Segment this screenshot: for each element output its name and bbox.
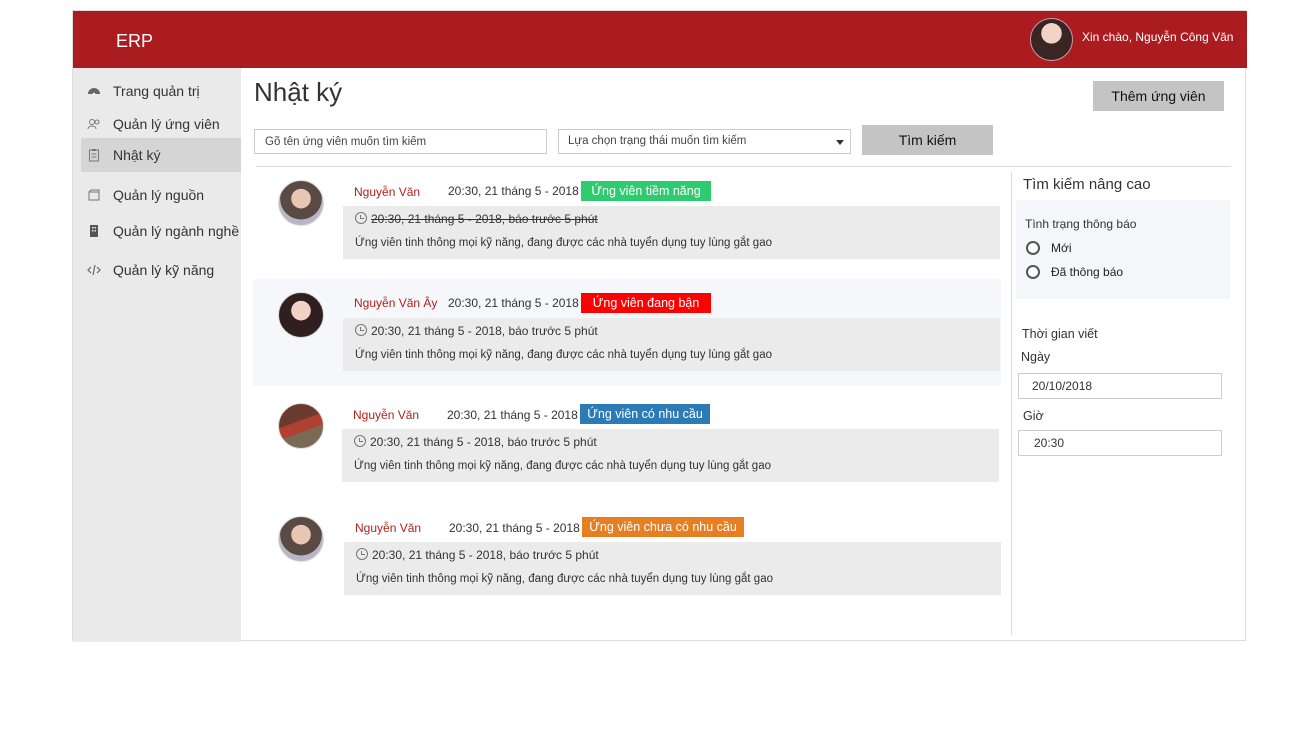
clipboard-icon xyxy=(87,148,103,162)
journal-entry[interactable]: Nguyễn Văn Cần 20:30, 21 tháng 5 - 2018 … xyxy=(253,504,1001,611)
add-candidate-button[interactable]: Thêm ứng viên xyxy=(1093,81,1224,111)
reminder-time: 20:30, 21 tháng 5 - 2018, báo trước 5 ph… xyxy=(356,548,599,562)
box-icon xyxy=(87,188,103,202)
journal-entry[interactable]: Nguyễn Văn Cần 20:30, 21 tháng 5 - 2018 … xyxy=(253,172,1001,279)
dashboard-icon xyxy=(87,84,103,98)
status-badge: Ứng viên đang bận xyxy=(581,293,711,313)
sidebar-item-label: Trang quản trị xyxy=(113,83,200,99)
sidebar-item-journal[interactable]: Nhật ký xyxy=(81,138,241,172)
entry-date: 20:30, 21 tháng 5 - 2018 xyxy=(449,521,580,535)
alarm-clock-icon xyxy=(355,324,367,336)
radio-new-label[interactable]: Mới xyxy=(1051,241,1072,255)
entry-detail: 20:30, 21 tháng 5 - 2018, báo trước 5 ph… xyxy=(344,542,1001,595)
radio-notified-label[interactable]: Đã thông báo xyxy=(1051,265,1123,279)
building-icon xyxy=(87,224,103,238)
alarm-clock-icon xyxy=(354,435,366,447)
entry-date: 20:30, 21 tháng 5 - 2018 xyxy=(448,184,579,198)
candidate-avatar[interactable] xyxy=(278,403,324,449)
hour-input[interactable] xyxy=(1018,430,1222,456)
user-greeting[interactable]: Xin chào, Nguyễn Công Văn xyxy=(1082,30,1233,44)
sidebar-item-sources[interactable]: Quản lý nguồn xyxy=(81,178,241,212)
candidate-name[interactable]: Nguyễn Văn Cần xyxy=(353,408,429,422)
sidebar-item-label: Quản lý nguồn xyxy=(113,187,205,203)
app-window: ERP Xin chào, Nguyễn Công Văn Trang quản… xyxy=(72,10,1247,642)
entry-detail: 20:30, 21 tháng 5 - 2018, báo trước 5 ph… xyxy=(343,206,1000,259)
entry-detail: 20:30, 21 tháng 5 - 2018, báo trước 5 ph… xyxy=(343,318,1000,371)
reminder-time: 20:30, 21 tháng 5 - 2018, báo trước 5 ph… xyxy=(355,212,598,226)
search-button[interactable]: Tìm kiếm xyxy=(862,125,993,155)
divider-vertical xyxy=(1011,172,1012,635)
status-badge: Ứng viên có nhu cầu xyxy=(580,404,710,424)
date-input[interactable] xyxy=(1018,373,1222,399)
search-input[interactable] xyxy=(254,129,547,154)
page-title: Nhật ký xyxy=(254,77,343,107)
date-label: Ngày xyxy=(1021,350,1051,364)
sidebar-item-label: Quản lý ngành nghề xyxy=(113,223,240,239)
entry-date: 20:30, 21 tháng 5 - 2018 xyxy=(448,296,579,310)
code-icon xyxy=(87,263,103,277)
entry-description: Ứng viên tinh thông mọi kỹ năng, đang đư… xyxy=(355,237,772,249)
entry-detail: 20:30, 21 tháng 5 - 2018, báo trước 5 ph… xyxy=(342,429,999,482)
status-badge: Ứng viên tiềm năng xyxy=(581,181,711,201)
sidebar-item-industries[interactable]: Quản lý ngành nghề xyxy=(81,214,241,248)
users-icon xyxy=(87,117,103,131)
sidebar-item-label: Nhật ký xyxy=(113,147,161,163)
divider xyxy=(256,166,1231,167)
reminder-text: 20:30, 21 tháng 5 - 2018, báo trước 5 ph… xyxy=(370,435,597,449)
hour-label: Giờ xyxy=(1023,409,1044,423)
status-select-value: Lựa chọn trạng thái muốn tìm kiếm xyxy=(568,135,747,147)
reminder-text: 20:30, 21 tháng 5 - 2018, báo trước 5 ph… xyxy=(371,212,598,226)
sidebar-item-candidates[interactable]: Quản lý ứng viên xyxy=(81,107,241,141)
user-avatar[interactable] xyxy=(1030,18,1073,61)
sidebar-item-label: Quản lý kỹ năng xyxy=(113,262,215,278)
alarm-clock-icon xyxy=(356,548,368,560)
candidate-avatar[interactable] xyxy=(278,516,324,562)
chevron-down-icon xyxy=(836,140,844,145)
reminder-text: 20:30, 21 tháng 5 - 2018, báo trước 5 ph… xyxy=(371,324,598,338)
entry-description: Ứng viên tinh thông mọi kỹ năng, đang đư… xyxy=(356,573,773,585)
journal-entry[interactable]: Nguyễn Văn Ây 20:30, 21 tháng 5 - 2018 Ứ… xyxy=(253,279,1001,386)
radio-new[interactable] xyxy=(1026,241,1040,255)
status-select[interactable]: Lựa chọn trạng thái muốn tìm kiếm xyxy=(558,129,851,154)
reminder-time: 20:30, 21 tháng 5 - 2018, báo trước 5 ph… xyxy=(355,324,598,338)
candidate-avatar[interactable] xyxy=(278,292,324,338)
write-time-label: Thời gian viết xyxy=(1022,327,1098,341)
sidebar: Trang quản trị Quản lý ứng viên Nhật ký … xyxy=(73,68,241,642)
sidebar-item-skills[interactable]: Quản lý kỹ năng xyxy=(81,253,241,287)
candidate-name[interactable]: Nguyễn Văn Cần xyxy=(355,521,431,535)
reminder-time: 20:30, 21 tháng 5 - 2018, báo trước 5 ph… xyxy=(354,435,597,449)
entry-date: 20:30, 21 tháng 5 - 2018 xyxy=(447,408,578,422)
top-bar: ERP Xin chào, Nguyễn Công Văn xyxy=(73,11,1247,68)
advanced-search-title: Tìm kiếm nâng cao xyxy=(1023,176,1151,193)
notification-filter: Tình trạng thông báo Mới Đã thông báo xyxy=(1016,200,1230,299)
journal-entry[interactable]: Nguyễn Văn Cần 20:30, 21 tháng 5 - 2018 … xyxy=(253,391,1001,498)
entry-description: Ứng viên tinh thông mọi kỹ năng, đang đư… xyxy=(354,460,771,472)
brand-logo[interactable]: ERP xyxy=(116,31,153,52)
candidate-name[interactable]: Nguyễn Văn Cần xyxy=(354,185,430,199)
entry-description: Ứng viên tinh thông mọi kỹ năng, đang đư… xyxy=(355,349,772,361)
radio-notified[interactable] xyxy=(1026,265,1040,279)
alarm-clock-icon xyxy=(355,212,367,224)
candidate-name[interactable]: Nguyễn Văn Ây xyxy=(354,296,444,310)
status-badge: Ứng viên chưa có nhu cầu xyxy=(582,517,744,537)
sidebar-item-dashboard[interactable]: Trang quản trị xyxy=(81,74,241,108)
reminder-text: 20:30, 21 tháng 5 - 2018, báo trước 5 ph… xyxy=(372,548,599,562)
sidebar-item-label: Quản lý ứng viên xyxy=(113,116,220,132)
candidate-avatar[interactable] xyxy=(278,180,324,226)
notification-status-label: Tình trạng thông báo xyxy=(1025,217,1137,231)
